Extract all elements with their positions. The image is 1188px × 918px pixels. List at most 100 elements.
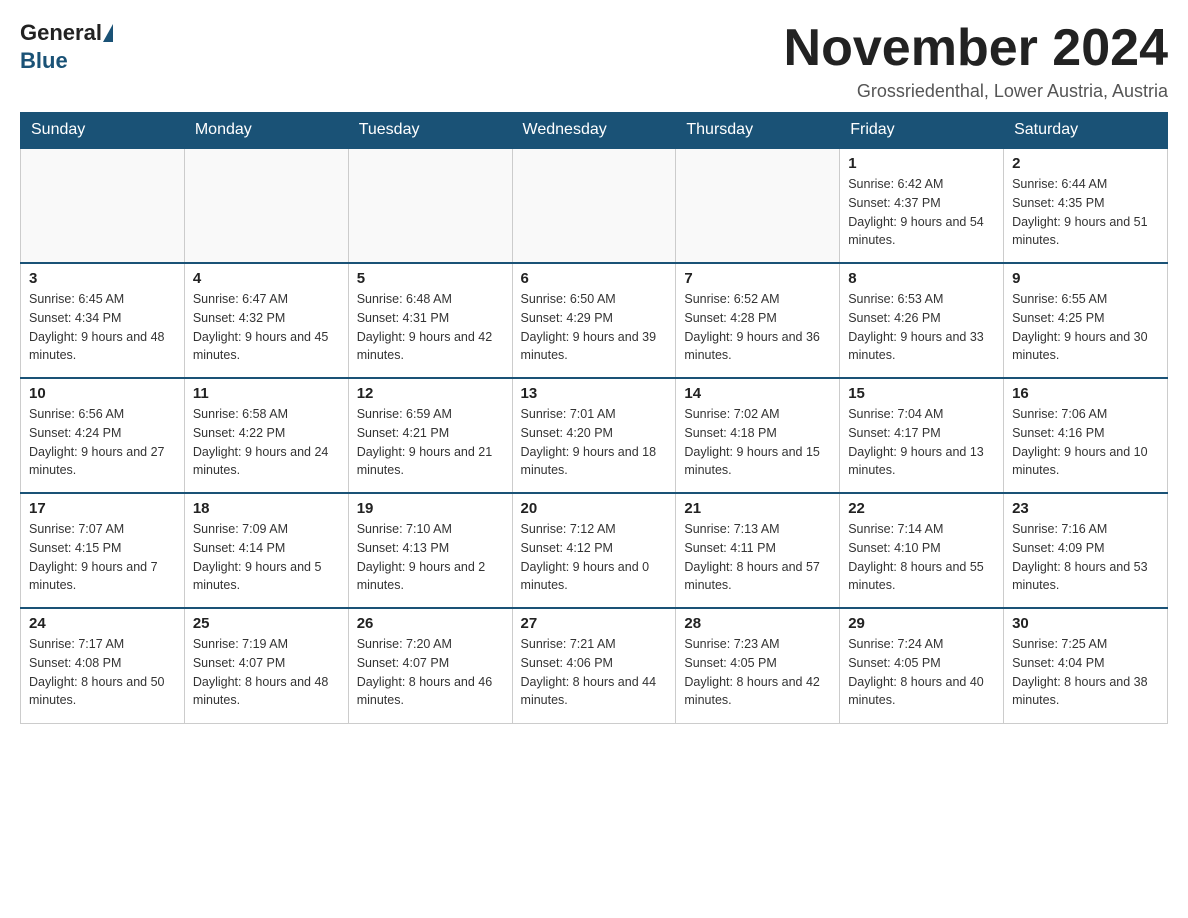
calendar-cell: 22Sunrise: 7:14 AM Sunset: 4:10 PM Dayli… — [840, 493, 1004, 608]
title-section: November 2024 Grossriedenthal, Lower Aus… — [784, 20, 1168, 102]
day-number: 27 — [521, 615, 668, 632]
day-number: 5 — [357, 270, 504, 287]
day-number: 28 — [684, 615, 831, 632]
day-number: 13 — [521, 385, 668, 402]
day-info: Sunrise: 6:50 AM Sunset: 4:29 PM Dayligh… — [521, 290, 668, 365]
col-header-tuesday: Tuesday — [348, 113, 512, 149]
calendar-week-2: 3 Sunrise: 6:45 AM Sunset: 4:34 PM Daylig… — [21, 263, 1168, 378]
day-info: Sunrise: 7:25 AM Sunset: 4:04 PM Dayligh… — [1012, 635, 1159, 710]
calendar-cell: 15Sunrise: 7:04 AM Sunset: 4:17 PM Dayli… — [840, 378, 1004, 493]
calendar-cell: 17Sunrise: 7:07 AM Sunset: 4:15 PM Dayli… — [21, 493, 185, 608]
calendar-cell: 12 Sunrise: 6:59 AM Sunset: 4:21 PM Dayli… — [348, 378, 512, 493]
logo: General Blue — [20, 20, 114, 74]
calendar-week-3: 10Sunrise: 6:56 AM Sunset: 4:24 PM Dayli… — [21, 378, 1168, 493]
day-info: Sunrise: 6:59 AM Sunset: 4:21 PM Dayligh… — [357, 405, 504, 480]
col-header-friday: Friday — [840, 113, 1004, 149]
day-number: 8 — [848, 270, 995, 287]
day-info: Sunrise: 6:47 AM Sunset: 4:32 PM Dayligh… — [193, 290, 340, 365]
calendar-cell: 26 Sunrise: 7:20 AM Sunset: 4:07 PM Dayli… — [348, 608, 512, 723]
calendar-cell: 20 Sunrise: 7:12 AM Sunset: 4:12 PM Dayli… — [512, 493, 676, 608]
location-text: Grossriedenthal, Lower Austria, Austria — [784, 81, 1168, 102]
calendar-cell: 5 Sunrise: 6:48 AM Sunset: 4:31 PM Daylig… — [348, 263, 512, 378]
day-info: Sunrise: 7:17 AM Sunset: 4:08 PM Dayligh… — [29, 635, 176, 710]
day-number: 7 — [684, 270, 831, 287]
calendar-cell — [348, 148, 512, 263]
calendar-cell — [676, 148, 840, 263]
day-number: 14 — [684, 385, 831, 402]
calendar-cell: 18Sunrise: 7:09 AM Sunset: 4:14 PM Dayli… — [184, 493, 348, 608]
calendar-table: SundayMondayTuesdayWednesdayThursdayFrid… — [20, 112, 1168, 724]
day-number: 6 — [521, 270, 668, 287]
day-info: Sunrise: 6:56 AM Sunset: 4:24 PM Dayligh… — [29, 405, 176, 480]
day-number: 3 — [29, 270, 176, 287]
calendar-cell: 9 Sunrise: 6:55 AM Sunset: 4:25 PM Daylig… — [1004, 263, 1168, 378]
calendar-cell: 27 Sunrise: 7:21 AM Sunset: 4:06 PM Dayli… — [512, 608, 676, 723]
calendar-cell: 30Sunrise: 7:25 AM Sunset: 4:04 PM Dayli… — [1004, 608, 1168, 723]
day-info: Sunrise: 6:53 AM Sunset: 4:26 PM Dayligh… — [848, 290, 995, 365]
day-info: Sunrise: 7:02 AM Sunset: 4:18 PM Dayligh… — [684, 405, 831, 480]
col-header-wednesday: Wednesday — [512, 113, 676, 149]
month-title: November 2024 — [784, 20, 1168, 77]
day-info: Sunrise: 7:21 AM Sunset: 4:06 PM Dayligh… — [521, 635, 668, 710]
day-info: Sunrise: 7:23 AM Sunset: 4:05 PM Dayligh… — [684, 635, 831, 710]
col-header-monday: Monday — [184, 113, 348, 149]
day-info: Sunrise: 7:24 AM Sunset: 4:05 PM Dayligh… — [848, 635, 995, 710]
day-number: 2 — [1012, 155, 1159, 172]
day-number: 20 — [521, 500, 668, 517]
calendar-cell: 2 Sunrise: 6:44 AM Sunset: 4:35 PM Daylig… — [1004, 148, 1168, 263]
day-number: 16 — [1012, 385, 1159, 402]
day-info: Sunrise: 7:06 AM Sunset: 4:16 PM Dayligh… — [1012, 405, 1159, 480]
calendar-cell: 6 Sunrise: 6:50 AM Sunset: 4:29 PM Daylig… — [512, 263, 676, 378]
calendar-cell: 16 Sunrise: 7:06 AM Sunset: 4:16 PM Dayli… — [1004, 378, 1168, 493]
calendar-cell: 1 Sunrise: 6:42 AM Sunset: 4:37 PM Daylig… — [840, 148, 1004, 263]
day-number: 26 — [357, 615, 504, 632]
calendar-header-row: SundayMondayTuesdayWednesdayThursdayFrid… — [21, 113, 1168, 149]
calendar-cell — [184, 148, 348, 263]
day-info: Sunrise: 6:45 AM Sunset: 4:34 PM Dayligh… — [29, 290, 176, 365]
logo-triangle-icon — [103, 24, 113, 42]
calendar-cell: 11 Sunrise: 6:58 AM Sunset: 4:22 PM Dayli… — [184, 378, 348, 493]
day-info: Sunrise: 6:55 AM Sunset: 4:25 PM Dayligh… — [1012, 290, 1159, 365]
day-number: 9 — [1012, 270, 1159, 287]
day-number: 23 — [1012, 500, 1159, 517]
col-header-saturday: Saturday — [1004, 113, 1168, 149]
day-number: 1 — [848, 155, 995, 172]
day-info: Sunrise: 6:58 AM Sunset: 4:22 PM Dayligh… — [193, 405, 340, 480]
logo-blue-text: Blue — [20, 48, 68, 74]
day-info: Sunrise: 7:13 AM Sunset: 4:11 PM Dayligh… — [684, 520, 831, 595]
calendar-cell: 24Sunrise: 7:17 AM Sunset: 4:08 PM Dayli… — [21, 608, 185, 723]
calendar-cell — [21, 148, 185, 263]
calendar-cell — [512, 148, 676, 263]
calendar-cell: 29Sunrise: 7:24 AM Sunset: 4:05 PM Dayli… — [840, 608, 1004, 723]
calendar-cell: 23 Sunrise: 7:16 AM Sunset: 4:09 PM Dayli… — [1004, 493, 1168, 608]
col-header-sunday: Sunday — [21, 113, 185, 149]
day-info: Sunrise: 7:09 AM Sunset: 4:14 PM Dayligh… — [193, 520, 340, 595]
calendar-cell: 14 Sunrise: 7:02 AM Sunset: 4:18 PM Dayli… — [676, 378, 840, 493]
day-number: 4 — [193, 270, 340, 287]
day-info: Sunrise: 7:16 AM Sunset: 4:09 PM Dayligh… — [1012, 520, 1159, 595]
calendar-cell: 4 Sunrise: 6:47 AM Sunset: 4:32 PM Daylig… — [184, 263, 348, 378]
day-info: Sunrise: 7:20 AM Sunset: 4:07 PM Dayligh… — [357, 635, 504, 710]
day-number: 11 — [193, 385, 340, 402]
calendar-week-5: 24Sunrise: 7:17 AM Sunset: 4:08 PM Dayli… — [21, 608, 1168, 723]
day-info: Sunrise: 6:42 AM Sunset: 4:37 PM Dayligh… — [848, 175, 995, 250]
day-number: 12 — [357, 385, 504, 402]
calendar-cell: 25Sunrise: 7:19 AM Sunset: 4:07 PM Dayli… — [184, 608, 348, 723]
day-number: 19 — [357, 500, 504, 517]
col-header-thursday: Thursday — [676, 113, 840, 149]
page-header: General Blue November 2024 Grossriedenth… — [20, 20, 1168, 102]
calendar-week-1: 1 Sunrise: 6:42 AM Sunset: 4:37 PM Daylig… — [21, 148, 1168, 263]
day-info: Sunrise: 6:44 AM Sunset: 4:35 PM Dayligh… — [1012, 175, 1159, 250]
calendar-cell: 8 Sunrise: 6:53 AM Sunset: 4:26 PM Daylig… — [840, 263, 1004, 378]
day-number: 15 — [848, 385, 995, 402]
day-info: Sunrise: 7:10 AM Sunset: 4:13 PM Dayligh… — [357, 520, 504, 595]
day-info: Sunrise: 7:19 AM Sunset: 4:07 PM Dayligh… — [193, 635, 340, 710]
day-number: 22 — [848, 500, 995, 517]
day-number: 21 — [684, 500, 831, 517]
day-info: Sunrise: 6:48 AM Sunset: 4:31 PM Dayligh… — [357, 290, 504, 365]
calendar-cell: 21 Sunrise: 7:13 AM Sunset: 4:11 PM Dayli… — [676, 493, 840, 608]
calendar-cell: 28 Sunrise: 7:23 AM Sunset: 4:05 PM Dayli… — [676, 608, 840, 723]
day-info: Sunrise: 6:52 AM Sunset: 4:28 PM Dayligh… — [684, 290, 831, 365]
day-info: Sunrise: 7:12 AM Sunset: 4:12 PM Dayligh… — [521, 520, 668, 595]
day-info: Sunrise: 7:07 AM Sunset: 4:15 PM Dayligh… — [29, 520, 176, 595]
